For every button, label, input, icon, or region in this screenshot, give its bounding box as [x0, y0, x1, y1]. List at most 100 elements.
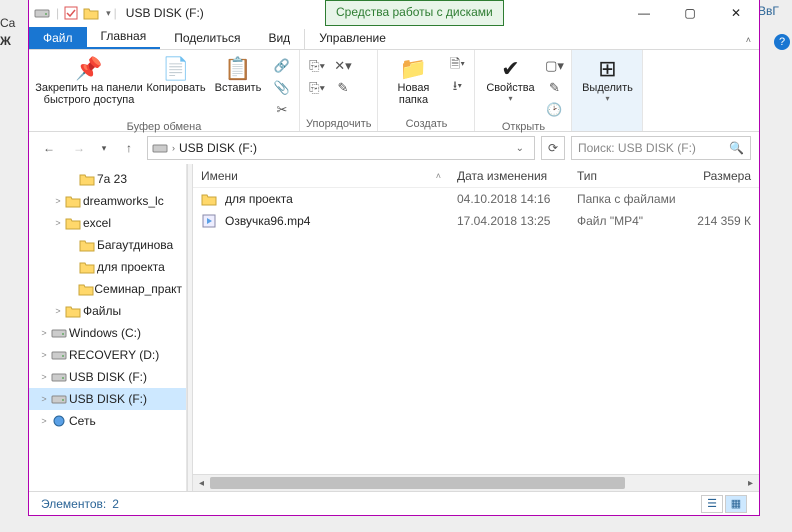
search-box[interactable]: Поиск: USB DISK (F:) 🔍 — [571, 136, 751, 160]
group-clipboard: 📌 Закрепить на панели быстрого доступа 📄… — [29, 50, 300, 131]
expand-icon[interactable]: > — [37, 372, 51, 382]
expand-icon[interactable]: > — [51, 196, 65, 206]
group-open: ✔ Свойства ▾ ▢▾ ✎ 🕑 Открыть — [475, 50, 572, 131]
expand-icon[interactable]: > — [37, 416, 51, 426]
tree-item[interactable]: > Windows (C:) — [29, 322, 186, 344]
col-size[interactable]: Размера — [689, 169, 759, 183]
tree-item[interactable]: >excel — [29, 212, 186, 234]
tree-item[interactable]: > Сеть — [29, 410, 186, 432]
file-row[interactable]: Озвучка96.mp417.04.2018 13:25Файл "MP4"2… — [193, 210, 759, 232]
history-button[interactable]: 🕑 — [543, 100, 565, 120]
drive-icon — [33, 4, 51, 22]
window-title: USB DISK (F:) — [126, 6, 204, 20]
back-button[interactable]: ← — [37, 136, 61, 160]
column-headers: Имени˄ Дата изменения Тип Размера — [193, 164, 759, 188]
horizontal-scrollbar[interactable]: ◂ ▸ — [193, 474, 759, 491]
drive-icon — [51, 371, 69, 383]
help-icon[interactable]: ? — [774, 34, 790, 50]
properties-button[interactable]: ✔ Свойства ▾ — [481, 52, 539, 103]
tree-label: RECOVERY (D:) — [69, 348, 159, 362]
address-dropdown[interactable]: ⌄ — [510, 143, 530, 154]
delete-button[interactable]: ✕▾ — [332, 56, 354, 76]
tree-item[interactable]: Семинар_практ — [29, 278, 186, 300]
scroll-right[interactable]: ▸ — [742, 478, 759, 489]
net-icon — [51, 414, 69, 428]
cut-button[interactable]: ✂ — [271, 100, 293, 120]
expand-icon[interactable]: > — [37, 394, 51, 404]
file-type: Папка с файлами — [569, 192, 689, 206]
copy-to-button[interactable]: ⎘▾ — [306, 78, 328, 98]
tree-label: Сеть — [69, 414, 96, 428]
expand-icon[interactable]: > — [51, 218, 65, 228]
checkbox-icon[interactable] — [62, 4, 80, 22]
expand-icon[interactable]: > — [37, 328, 51, 338]
new-item-button[interactable]: 🗎▾ — [446, 56, 468, 76]
minimize-button[interactable]: — — [621, 0, 667, 26]
ribbon-collapse[interactable]: ˄ — [738, 31, 759, 49]
tree-item[interactable]: Багаутдинова — [29, 234, 186, 256]
tab-view[interactable]: Вид — [254, 27, 304, 49]
tree-label: USB DISK (F:) — [69, 370, 147, 384]
search-icon[interactable]: 🔍 — [729, 141, 744, 155]
scroll-thumb[interactable] — [210, 477, 625, 489]
col-name[interactable]: Имени˄ — [193, 169, 449, 183]
scroll-left[interactable]: ◂ — [193, 478, 210, 489]
folder-icon — [79, 238, 97, 252]
tree-item[interactable]: для проекта — [29, 256, 186, 278]
address-bar[interactable]: › USB DISK (F:) ⌄ — [147, 136, 535, 160]
open-button[interactable]: ▢▾ — [543, 56, 565, 76]
context-tab-disk-tools[interactable]: Средства работы с дисками — [325, 0, 504, 26]
tree-item[interactable]: 7а 23 — [29, 168, 186, 190]
copy-path-button[interactable]: 🔗 — [271, 56, 293, 76]
breadcrumb-drive[interactable]: USB DISK (F:) — [179, 141, 257, 155]
rename-button[interactable]: ✎ — [332, 78, 354, 98]
tree-item[interactable]: >Файлы — [29, 300, 186, 322]
content-area: 7а 23>dreamworks_lc>excelБагаутдиновадля… — [29, 164, 759, 491]
move-to-button[interactable]: ⎘▾ — [306, 56, 328, 76]
new-folder-button[interactable]: 📁 Новая папка — [384, 52, 442, 106]
col-type[interactable]: Тип — [569, 169, 689, 183]
file-name: для проекта — [225, 192, 293, 206]
file-row[interactable]: для проекта04.10.2018 14:16Папка с файла… — [193, 188, 759, 210]
expand-icon[interactable]: > — [37, 350, 51, 360]
tree-item[interactable]: >USB DISK (F:) — [29, 388, 186, 410]
select-button[interactable]: ⊞ Выделить ▾ — [578, 52, 636, 103]
paste-shortcut-button[interactable]: 📎 — [271, 78, 293, 98]
up-button[interactable]: ↑ — [117, 136, 141, 160]
folder-small-icon[interactable] — [82, 4, 100, 22]
details-view-button[interactable]: ☰ — [701, 495, 723, 513]
tree-label: dreamworks_lc — [83, 194, 164, 208]
easy-access-button[interactable]: ⭳▾ — [446, 78, 468, 98]
close-button[interactable]: ✕ — [713, 0, 759, 26]
icons-view-button[interactable]: ▦ — [725, 495, 747, 513]
ribbon-tabs: Файл Главная Поделиться Вид Управление ˄ — [29, 26, 759, 50]
pin-quick-access-button[interactable]: 📌 Закрепить на панели быстрого доступа — [35, 52, 143, 106]
separator: | — [56, 6, 59, 20]
empty-area[interactable] — [193, 232, 759, 474]
tree-label: Windows (C:) — [69, 326, 141, 340]
folder-icon — [79, 260, 97, 274]
col-date[interactable]: Дата изменения — [449, 169, 569, 183]
qa-dropdown[interactable]: ▾ — [106, 8, 111, 19]
folder-icon — [65, 216, 83, 230]
tab-main[interactable]: Главная — [87, 25, 161, 49]
tab-file[interactable]: Файл — [29, 27, 87, 49]
tab-manage[interactable]: Управление — [305, 27, 400, 49]
group-select: ⊞ Выделить ▾ — [572, 50, 643, 131]
chevron-right-icon[interactable]: › — [172, 143, 175, 153]
refresh-button[interactable]: ⟳ — [541, 136, 565, 160]
tree-item[interactable]: > RECOVERY (D:) — [29, 344, 186, 366]
tab-share[interactable]: Поделиться — [160, 27, 254, 49]
file-list: Имени˄ Дата изменения Тип Размера для пр… — [193, 164, 759, 491]
folder-icon: 📁 — [400, 56, 427, 82]
expand-icon[interactable]: > — [51, 306, 65, 316]
maximize-button[interactable]: ▢ — [667, 0, 713, 26]
history-dropdown[interactable]: ▾ — [97, 136, 111, 160]
edit-button[interactable]: ✎ — [543, 78, 565, 98]
paste-button[interactable]: 📋 Вставить — [209, 52, 267, 94]
tree-item[interactable]: > dreamworks_lc — [29, 190, 186, 212]
copy-button[interactable]: 📄 Копировать — [147, 52, 205, 94]
group-organize: ⎘▾ ⎘▾ ✕▾ ✎ Упорядочить — [300, 50, 378, 131]
tree-item[interactable]: > USB DISK (F:) — [29, 366, 186, 388]
forward-button[interactable]: → — [67, 136, 91, 160]
